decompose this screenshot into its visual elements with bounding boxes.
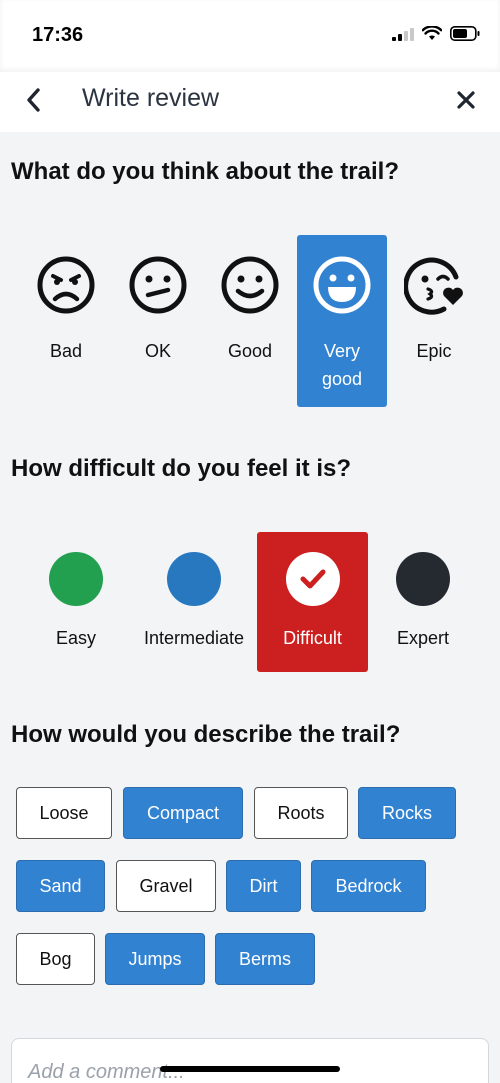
rating-label: Very good [321, 341, 363, 389]
close-icon [457, 91, 475, 109]
difficulty-option-expert[interactable]: Expert [370, 532, 476, 672]
tag-loose[interactable]: Loose [16, 787, 112, 839]
rating-option-good[interactable]: Good [205, 235, 295, 407]
tag-bedrock[interactable]: Bedrock [311, 860, 426, 912]
rating-question: What do you think about the trail? [11, 158, 399, 185]
difficulty-label: Expert [396, 628, 450, 648]
tag-dirt[interactable]: Dirt [226, 860, 301, 912]
smile-face-icon [221, 256, 279, 314]
home-indicator [160, 1066, 340, 1072]
sad-face-icon [37, 256, 95, 314]
status-bar: 17:36 [0, 0, 500, 72]
rating-label: Bad [49, 341, 83, 361]
tag-gravel[interactable]: Gravel [116, 860, 216, 912]
status-icons [392, 26, 480, 41]
tag-jumps[interactable]: Jumps [105, 933, 205, 985]
grin-face-icon [313, 256, 371, 314]
tag-compact[interactable]: Compact [123, 787, 243, 839]
black-circle-icon [396, 552, 450, 606]
difficulty-option-intermediate[interactable]: Intermediate [138, 532, 250, 672]
rating-option-very-good[interactable]: Very good [297, 235, 387, 407]
close-button[interactable] [450, 84, 482, 116]
rating-option-ok[interactable]: OK [113, 235, 203, 407]
header: Write review [0, 72, 500, 132]
comment-input[interactable]: Add a comment... [11, 1038, 489, 1083]
difficulty-label: Easy [55, 628, 97, 648]
difficulty-label: Difficult [283, 628, 342, 648]
tag-roots[interactable]: Roots [254, 787, 348, 839]
difficulty-label: Intermediate [143, 628, 245, 648]
comment-placeholder: Add a comment... [28, 1061, 185, 1083]
kiss-face-icon [404, 257, 463, 315]
signal-icon [392, 27, 414, 41]
chevron-left-icon [27, 88, 40, 112]
battery-icon [450, 26, 480, 41]
rating-option-epic[interactable]: Epic [389, 235, 479, 407]
green-circle-icon [49, 552, 103, 606]
difficulty-question: How difficult do you feel it is? [11, 455, 351, 482]
neutral-face-icon [129, 256, 187, 314]
rating-label: Epic [416, 341, 452, 361]
tag-berms[interactable]: Berms [215, 933, 315, 985]
tag-bog[interactable]: Bog [16, 933, 95, 985]
difficulty-option-easy[interactable]: Easy [20, 532, 132, 672]
status-time: 17:36 [32, 24, 84, 46]
rating-label: OK [144, 341, 171, 361]
blue-circle-icon [167, 552, 221, 606]
rating-options: Bad OK Good Very good Epic [21, 235, 491, 407]
tag-sand[interactable]: Sand [16, 860, 105, 912]
difficulty-options: Easy Intermediate Difficult Expert [20, 532, 480, 672]
wifi-icon [422, 26, 442, 40]
check-circle-icon [285, 552, 340, 606]
page-title: Write review [82, 84, 220, 112]
rating-label: Good [227, 341, 273, 361]
tag-rocks[interactable]: Rocks [358, 787, 456, 839]
rating-option-bad[interactable]: Bad [21, 235, 111, 407]
back-button[interactable] [18, 84, 50, 116]
description-question: How would you describe the trail? [11, 721, 401, 748]
difficulty-option-difficult[interactable]: Difficult [257, 532, 368, 672]
